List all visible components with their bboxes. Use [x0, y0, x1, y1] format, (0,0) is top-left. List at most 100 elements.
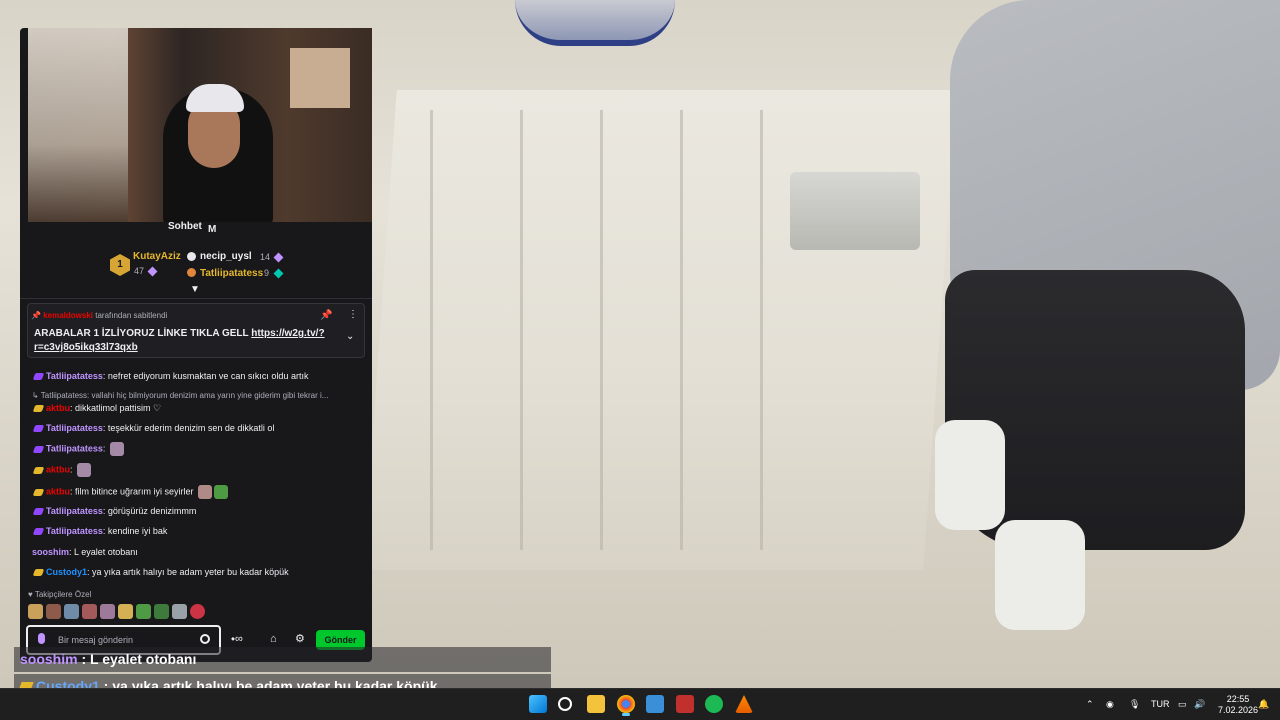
emoji-picker-icon[interactable] [200, 634, 210, 644]
emote-icon[interactable] [82, 604, 97, 619]
chat-username[interactable]: Tatliipatatess [46, 526, 103, 536]
store-icon[interactable]: ⌂ [270, 634, 277, 645]
emote-icon[interactable] [190, 604, 205, 619]
scrubber-tool [790, 172, 920, 250]
leaderboard-first-name[interactable]: KutayAziz [133, 251, 181, 262]
chat-message: Tatliipatatess: [32, 442, 124, 456]
streamer-hat [186, 84, 244, 112]
floor-machine [515, 0, 675, 46]
chat-text: : dikkatlimol pattisim ♡ [70, 403, 162, 413]
chat-username[interactable]: Tatliipatatess [46, 506, 103, 516]
silver-medal-icon [187, 252, 196, 261]
chat-message: Tatliipatatess: teşekkür ederim denizim … [32, 423, 274, 433]
leaderboard-second-name[interactable]: necip_uysl [200, 251, 252, 262]
emote-icon[interactable] [109, 442, 124, 456]
sub-badge-icon [32, 425, 45, 433]
chat-message: aktbu: [32, 463, 92, 477]
webcam-feed [28, 28, 372, 222]
chat-username[interactable]: Tatliipatatess [46, 423, 103, 433]
chat-username[interactable]: Tatliipatatess [46, 443, 103, 453]
gear-icon[interactable]: ⚙ [295, 634, 305, 645]
emote-icon[interactable] [77, 463, 92, 477]
emote-icon[interactable] [136, 604, 151, 619]
pin-icon: 📌 [31, 311, 41, 320]
mic-icon[interactable] [38, 633, 45, 644]
leaderboard-first-points: 47 [134, 266, 145, 276]
chat-text: : nefret ediyorum kusmaktan ve can sıkıc… [102, 371, 309, 381]
emote-icon[interactable] [118, 604, 133, 619]
leaderboard-third-name[interactable]: Tatliipatatess [200, 268, 263, 279]
foam-stripe [430, 110, 433, 550]
emote-row [28, 604, 205, 620]
more-options-icon[interactable]: ⋮ [348, 309, 358, 320]
file-explorer-icon[interactable] [587, 695, 605, 713]
overlay-text: : L eyalet otobanı [77, 651, 197, 667]
clock[interactable]: 22:55 7.02.2026 [1218, 694, 1258, 716]
network-icon[interactable]: ▭ [1178, 699, 1187, 710]
chat-text: : [102, 443, 106, 454]
leaderboard-third-points: 9 [264, 268, 270, 278]
pinned-by: 📌 kemaldowski tarafından sabitlendi [31, 311, 167, 320]
chat-message: Tatliipatatess: görüşürüz denizimmm [32, 506, 196, 516]
sub-badge-icon [32, 508, 45, 516]
emote-icon[interactable] [64, 604, 79, 619]
reply-context: ↳ Tatliipatatess: vallahi hiç bilmiyorum… [32, 390, 328, 400]
chat-username[interactable]: sooshim [32, 547, 69, 557]
bits-icon[interactable]: ⬩∞ [231, 634, 243, 645]
emote-icon[interactable] [28, 604, 43, 619]
active-indicator [622, 713, 630, 716]
chrome-icon[interactable] [617, 695, 635, 713]
chat-message: Tatliipatatess: nefret ediyorum kusmakta… [32, 371, 309, 381]
discord-icon[interactable]: ◉ [1106, 699, 1114, 710]
start-icon[interactable] [529, 695, 547, 713]
sub-badge-icon [32, 405, 45, 413]
pinned-text-body: ARABALAR 1 İZLİYORUZ LİNKE TIKLA GELL [34, 328, 252, 339]
emote-icon[interactable] [100, 604, 115, 619]
photos-icon[interactable] [646, 695, 664, 713]
language-indicator[interactable]: TUR [1151, 699, 1170, 709]
emote-icon[interactable] [154, 604, 169, 619]
chevron-down-icon[interactable]: ⌄ [346, 331, 354, 342]
chat-username[interactable]: aktbu [46, 486, 70, 496]
worker-boot [995, 520, 1085, 630]
overlay-message: sooshim : L eyalet otobanı [20, 651, 196, 667]
emote-icon[interactable] [214, 485, 229, 499]
chat-title-suffix: M [208, 224, 217, 235]
chat-text: : film bitince uğrarım iyi seyirler [70, 486, 194, 497]
volume-icon[interactable]: 🔊 [1194, 699, 1205, 710]
foam-stripe [600, 110, 603, 550]
pin-toggle-icon[interactable]: 📌 [320, 310, 332, 321]
chat-username[interactable]: aktbu [46, 464, 70, 474]
chat-username[interactable]: Tatliipatatess [46, 371, 103, 381]
voicemod-icon[interactable] [676, 695, 694, 713]
chat-username[interactable]: aktbu [46, 403, 70, 413]
search-icon[interactable] [558, 697, 572, 711]
clock-date: 7.02.2026 [1218, 705, 1259, 715]
chat-message: Tatliipatatess: kendine iyi bak [32, 526, 168, 536]
emote-icon[interactable] [198, 485, 213, 499]
sub-badge-icon [32, 373, 45, 381]
emote-section-title: ♥ Takipçilere Özel [28, 590, 91, 599]
bronze-medal-icon [187, 268, 196, 277]
sub-badge-icon [32, 466, 45, 474]
pinned-by-suffix: tarafından sabitlendi [93, 311, 168, 320]
spotify-icon[interactable] [705, 695, 723, 713]
foam-stripe [520, 110, 523, 550]
emote-icon[interactable] [46, 604, 61, 619]
collapse-leaderboard-icon[interactable]: ▼ [190, 285, 202, 295]
divider [20, 298, 372, 299]
notification-icon[interactable]: 🔔 [1258, 699, 1269, 710]
reply-text: Tatliipatatess: vallahi hiç bilmiyorum d… [40, 391, 329, 400]
pinned-by-user[interactable]: kemaldowski [43, 311, 93, 320]
foam-stripe [760, 110, 763, 550]
leaderboard-second-points: 14 [260, 252, 271, 262]
heart-icon: ♥ [28, 590, 35, 599]
chat-input[interactable] [58, 633, 198, 647]
chevron-up-icon[interactable]: ⌃ [1086, 699, 1094, 710]
chat-message: aktbu: film bitince uğrarım iyi seyirler [32, 485, 229, 499]
chat-title: Sohbet [168, 221, 202, 232]
chat-username[interactable]: Custody1 [46, 567, 87, 577]
microphone-icon[interactable]: 🎙 [1129, 699, 1140, 710]
chat-text: : kendine iyi bak [102, 526, 168, 536]
emote-icon[interactable] [172, 604, 187, 619]
